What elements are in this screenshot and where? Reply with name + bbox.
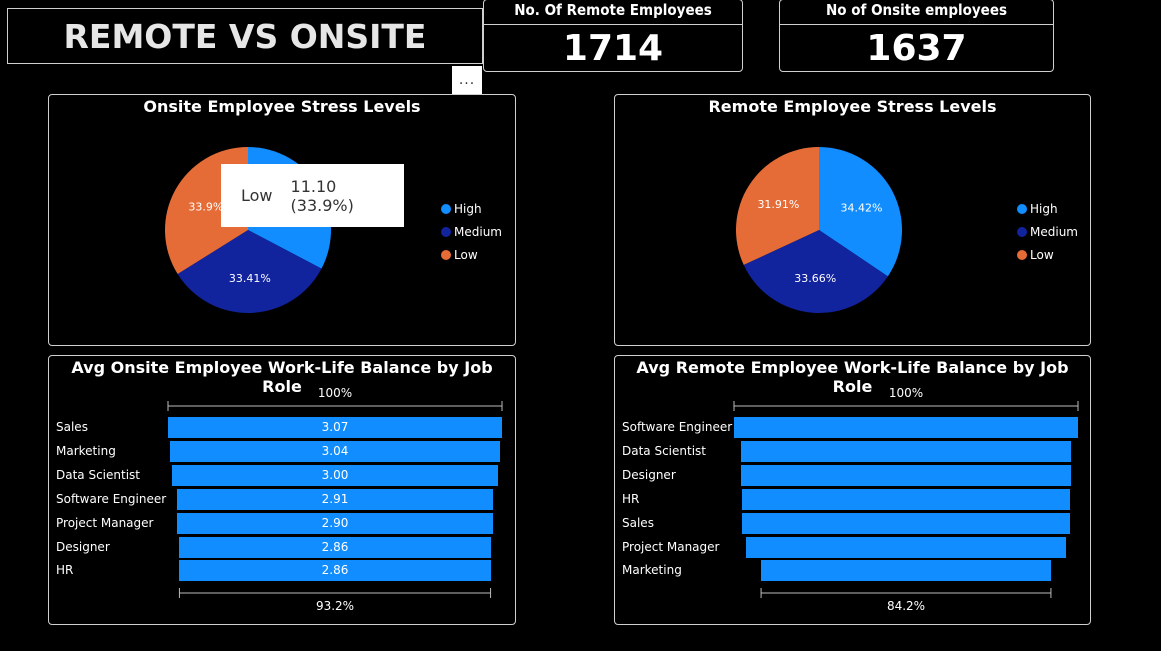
tooltip-value: 11.10 (33.9%) bbox=[290, 176, 354, 215]
legend-dot-medium bbox=[1017, 226, 1027, 237]
legend-dot-medium bbox=[441, 226, 451, 237]
onsite-stress-legend: High Medium Low bbox=[441, 197, 502, 266]
remote-funnel-bar[interactable] bbox=[745, 536, 1067, 558]
remote-funnel-bar[interactable] bbox=[734, 417, 1078, 438]
kpi-onsite-value: 1637 bbox=[866, 28, 967, 69]
onsite-funnel-bar[interactable] bbox=[179, 560, 491, 582]
legend-item-high[interactable]: High bbox=[1017, 197, 1078, 220]
legend-label-high: High bbox=[1030, 201, 1058, 216]
remote-stress-legend: High Medium Low bbox=[1017, 197, 1078, 266]
legend-dot-high bbox=[441, 203, 451, 214]
kpi-remote-value: 1714 bbox=[562, 28, 664, 69]
legend-item-high[interactable]: High bbox=[441, 197, 502, 220]
onsite-wlb-title: Avg Onsite Employee Work-Life Balance by… bbox=[71, 358, 493, 396]
legend-dot-high bbox=[1017, 203, 1027, 214]
onsite-funnel-bar[interactable] bbox=[177, 512, 493, 534]
legend-dot-low bbox=[441, 249, 451, 260]
remote-wlb-title: Avg Remote Employee Work-Life Balance by… bbox=[636, 358, 1069, 396]
more-options-button[interactable]: ... bbox=[452, 66, 482, 94]
legend-label-high: High bbox=[454, 201, 482, 216]
legend-item-medium[interactable]: Medium bbox=[441, 220, 502, 243]
legend-dot-low bbox=[1017, 249, 1027, 260]
kpi-divider bbox=[484, 24, 742, 25]
onsite-funnel-bar[interactable] bbox=[179, 536, 491, 558]
legend-label-low: Low bbox=[1030, 247, 1054, 262]
remote-funnel-bar[interactable] bbox=[741, 464, 1071, 486]
legend-label-medium: Medium bbox=[1030, 224, 1078, 239]
kpi-remote-label: No. Of Remote Employees bbox=[514, 1, 712, 19]
legend-item-low[interactable]: Low bbox=[441, 243, 502, 266]
kpi-divider bbox=[780, 24, 1053, 25]
kpi-onsite-label: No of Onsite employees bbox=[825, 1, 1008, 19]
onsite-funnel-bar[interactable] bbox=[168, 417, 502, 438]
remote-stress-panel[interactable]: Remote Employee Stress Levels High Mediu… bbox=[614, 94, 1091, 346]
remote-funnel-bar[interactable] bbox=[761, 560, 1051, 582]
onsite-funnel-bar[interactable] bbox=[171, 464, 499, 486]
legend-label-medium: Medium bbox=[454, 224, 502, 239]
remote-funnel-bar[interactable] bbox=[741, 488, 1071, 510]
remote-stress-title: Remote Employee Stress Levels bbox=[708, 97, 997, 116]
onsite-funnel-bar[interactable] bbox=[176, 488, 494, 510]
dashboard-title: REMOTE VS ONSITE bbox=[63, 16, 427, 56]
kpi-card-onsite[interactable]: No of Onsite employees 1637 bbox=[779, 0, 1054, 72]
remote-funnel-bar[interactable] bbox=[742, 512, 1070, 534]
pie-tooltip: Low 11.10 (33.9%) bbox=[221, 164, 404, 227]
tooltip-key: Low bbox=[241, 186, 273, 205]
kpi-card-remote[interactable]: No. Of Remote Employees 1714 bbox=[483, 0, 743, 72]
legend-label-low: Low bbox=[454, 247, 478, 262]
legend-item-medium[interactable]: Medium bbox=[1017, 220, 1078, 243]
onsite-stress-title: Onsite Employee Stress Levels bbox=[143, 97, 421, 116]
onsite-funnel-bar[interactable] bbox=[169, 440, 501, 462]
dashboard-title-box: REMOTE VS ONSITE bbox=[7, 8, 483, 64]
remote-funnel-bar[interactable] bbox=[740, 440, 1072, 462]
legend-item-low[interactable]: Low bbox=[1017, 243, 1078, 266]
